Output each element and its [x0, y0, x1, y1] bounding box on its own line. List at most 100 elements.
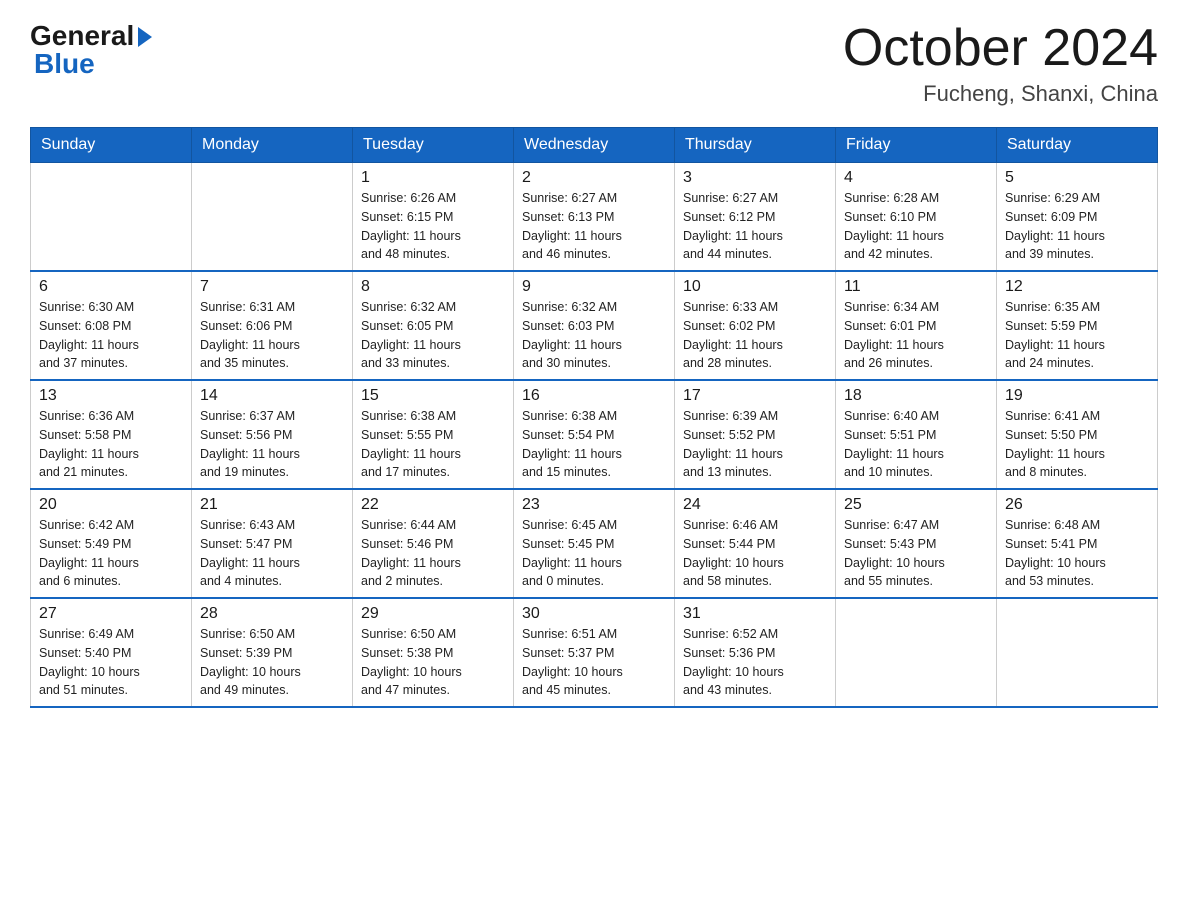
table-row: 26Sunrise: 6:48 AMSunset: 5:41 PMDayligh… [997, 489, 1158, 598]
day-info: Sunrise: 6:28 AMSunset: 6:10 PMDaylight:… [844, 189, 988, 264]
day-info: Sunrise: 6:45 AMSunset: 5:45 PMDaylight:… [522, 516, 666, 591]
day-number: 12 [1005, 278, 1149, 296]
day-number: 22 [361, 496, 505, 514]
day-info: Sunrise: 6:32 AMSunset: 6:03 PMDaylight:… [522, 298, 666, 373]
table-row: 4 Sunrise: 6:28 AMSunset: 6:10 PMDaylight… [836, 163, 997, 272]
day-number: 7 [200, 278, 344, 296]
header-friday: Friday [836, 128, 997, 163]
table-row [31, 163, 192, 272]
day-number: 4 [844, 169, 988, 187]
day-number: 31 [683, 605, 827, 623]
table-row: 25Sunrise: 6:47 AMSunset: 5:43 PMDayligh… [836, 489, 997, 598]
calendar-week-row: 27Sunrise: 6:49 AMSunset: 5:40 PMDayligh… [31, 598, 1158, 707]
title-block: October 2024 Fucheng, Shanxi, China [843, 20, 1158, 107]
table-row: 12 Sunrise: 6:35 AMSunset: 5:59 PMDayligh… [997, 271, 1158, 380]
day-info: Sunrise: 6:27 AMSunset: 6:13 PMDaylight:… [522, 189, 666, 264]
month-title: October 2024 [843, 20, 1158, 77]
day-number: 10 [683, 278, 827, 296]
day-info: Sunrise: 6:48 AMSunset: 5:41 PMDaylight:… [1005, 516, 1149, 591]
table-row: 6 Sunrise: 6:30 AMSunset: 6:08 PMDaylight… [31, 271, 192, 380]
table-row: 23 Sunrise: 6:45 AMSunset: 5:45 PMDayligh… [514, 489, 675, 598]
table-row: 31Sunrise: 6:52 AMSunset: 5:36 PMDayligh… [675, 598, 836, 707]
header-thursday: Thursday [675, 128, 836, 163]
table-row: 3 Sunrise: 6:27 AMSunset: 6:12 PMDaylight… [675, 163, 836, 272]
day-info: Sunrise: 6:27 AMSunset: 6:12 PMDaylight:… [683, 189, 827, 264]
table-row: 8 Sunrise: 6:32 AMSunset: 6:05 PMDaylight… [353, 271, 514, 380]
header-saturday: Saturday [997, 128, 1158, 163]
day-info: Sunrise: 6:50 AMSunset: 5:39 PMDaylight:… [200, 625, 344, 700]
table-row [997, 598, 1158, 707]
day-number: 19 [1005, 387, 1149, 405]
calendar-week-row: 20 Sunrise: 6:42 AMSunset: 5:49 PMDayligh… [31, 489, 1158, 598]
table-row: 19 Sunrise: 6:41 AMSunset: 5:50 PMDayligh… [997, 380, 1158, 489]
logo-arrow-icon [138, 27, 152, 47]
header-wednesday: Wednesday [514, 128, 675, 163]
day-number: 3 [683, 169, 827, 187]
table-row: 7 Sunrise: 6:31 AMSunset: 6:06 PMDaylight… [192, 271, 353, 380]
day-info: Sunrise: 6:37 AMSunset: 5:56 PMDaylight:… [200, 407, 344, 482]
header-tuesday: Tuesday [353, 128, 514, 163]
day-number: 2 [522, 169, 666, 187]
table-row: 5 Sunrise: 6:29 AMSunset: 6:09 PMDaylight… [997, 163, 1158, 272]
day-info: Sunrise: 6:38 AMSunset: 5:54 PMDaylight:… [522, 407, 666, 482]
day-number: 11 [844, 278, 988, 296]
table-row: 21 Sunrise: 6:43 AMSunset: 5:47 PMDayligh… [192, 489, 353, 598]
day-number: 21 [200, 496, 344, 514]
table-row: 28 Sunrise: 6:50 AMSunset: 5:39 PMDayligh… [192, 598, 353, 707]
table-row: 10 Sunrise: 6:33 AMSunset: 6:02 PMDayligh… [675, 271, 836, 380]
day-number: 29 [361, 605, 505, 623]
table-row: 17 Sunrise: 6:39 AMSunset: 5:52 PMDayligh… [675, 380, 836, 489]
calendar-week-row: 13Sunrise: 6:36 AMSunset: 5:58 PMDayligh… [31, 380, 1158, 489]
table-row [836, 598, 997, 707]
table-row: 16 Sunrise: 6:38 AMSunset: 5:54 PMDayligh… [514, 380, 675, 489]
table-row: 11 Sunrise: 6:34 AMSunset: 6:01 PMDayligh… [836, 271, 997, 380]
table-row: 18Sunrise: 6:40 AMSunset: 5:51 PMDayligh… [836, 380, 997, 489]
day-info: Sunrise: 6:38 AMSunset: 5:55 PMDaylight:… [361, 407, 505, 482]
day-number: 5 [1005, 169, 1149, 187]
day-info: Sunrise: 6:34 AMSunset: 6:01 PMDaylight:… [844, 298, 988, 373]
day-number: 14 [200, 387, 344, 405]
calendar-table: Sunday Monday Tuesday Wednesday Thursday… [30, 127, 1158, 708]
day-info: Sunrise: 6:43 AMSunset: 5:47 PMDaylight:… [200, 516, 344, 591]
day-info: Sunrise: 6:42 AMSunset: 5:49 PMDaylight:… [39, 516, 183, 591]
day-number: 6 [39, 278, 183, 296]
table-row: 27Sunrise: 6:49 AMSunset: 5:40 PMDayligh… [31, 598, 192, 707]
table-row: 14 Sunrise: 6:37 AMSunset: 5:56 PMDayligh… [192, 380, 353, 489]
day-info: Sunrise: 6:32 AMSunset: 6:05 PMDaylight:… [361, 298, 505, 373]
table-row: 9 Sunrise: 6:32 AMSunset: 6:03 PMDaylight… [514, 271, 675, 380]
day-info: Sunrise: 6:50 AMSunset: 5:38 PMDaylight:… [361, 625, 505, 700]
day-info: Sunrise: 6:31 AMSunset: 6:06 PMDaylight:… [200, 298, 344, 373]
calendar-week-row: 6 Sunrise: 6:30 AMSunset: 6:08 PMDaylight… [31, 271, 1158, 380]
table-row: 20 Sunrise: 6:42 AMSunset: 5:49 PMDayligh… [31, 489, 192, 598]
table-row [192, 163, 353, 272]
logo-blue-text: Blue [30, 48, 95, 80]
header-sunday: Sunday [31, 128, 192, 163]
logo: General Blue [30, 20, 152, 80]
table-row: 2 Sunrise: 6:27 AMSunset: 6:13 PMDaylight… [514, 163, 675, 272]
calendar-week-row: 1Sunrise: 6:26 AMSunset: 6:15 PMDaylight… [31, 163, 1158, 272]
day-info: Sunrise: 6:41 AMSunset: 5:50 PMDaylight:… [1005, 407, 1149, 482]
day-number: 16 [522, 387, 666, 405]
table-row: 29 Sunrise: 6:50 AMSunset: 5:38 PMDayligh… [353, 598, 514, 707]
day-number: 9 [522, 278, 666, 296]
day-number: 18 [844, 387, 988, 405]
location-label: Fucheng, Shanxi, China [843, 81, 1158, 107]
day-number: 20 [39, 496, 183, 514]
day-info: Sunrise: 6:39 AMSunset: 5:52 PMDaylight:… [683, 407, 827, 482]
day-info: Sunrise: 6:51 AMSunset: 5:37 PMDaylight:… [522, 625, 666, 700]
calendar-header-row: Sunday Monday Tuesday Wednesday Thursday… [31, 128, 1158, 163]
day-info: Sunrise: 6:35 AMSunset: 5:59 PMDaylight:… [1005, 298, 1149, 373]
day-info: Sunrise: 6:26 AMSunset: 6:15 PMDaylight:… [361, 189, 505, 264]
table-row: 30Sunrise: 6:51 AMSunset: 5:37 PMDayligh… [514, 598, 675, 707]
day-number: 8 [361, 278, 505, 296]
day-number: 23 [522, 496, 666, 514]
day-info: Sunrise: 6:33 AMSunset: 6:02 PMDaylight:… [683, 298, 827, 373]
day-info: Sunrise: 6:30 AMSunset: 6:08 PMDaylight:… [39, 298, 183, 373]
day-info: Sunrise: 6:49 AMSunset: 5:40 PMDaylight:… [39, 625, 183, 700]
day-number: 17 [683, 387, 827, 405]
table-row: 24Sunrise: 6:46 AMSunset: 5:44 PMDayligh… [675, 489, 836, 598]
day-number: 28 [200, 605, 344, 623]
day-info: Sunrise: 6:29 AMSunset: 6:09 PMDaylight:… [1005, 189, 1149, 264]
header-monday: Monday [192, 128, 353, 163]
day-number: 13 [39, 387, 183, 405]
